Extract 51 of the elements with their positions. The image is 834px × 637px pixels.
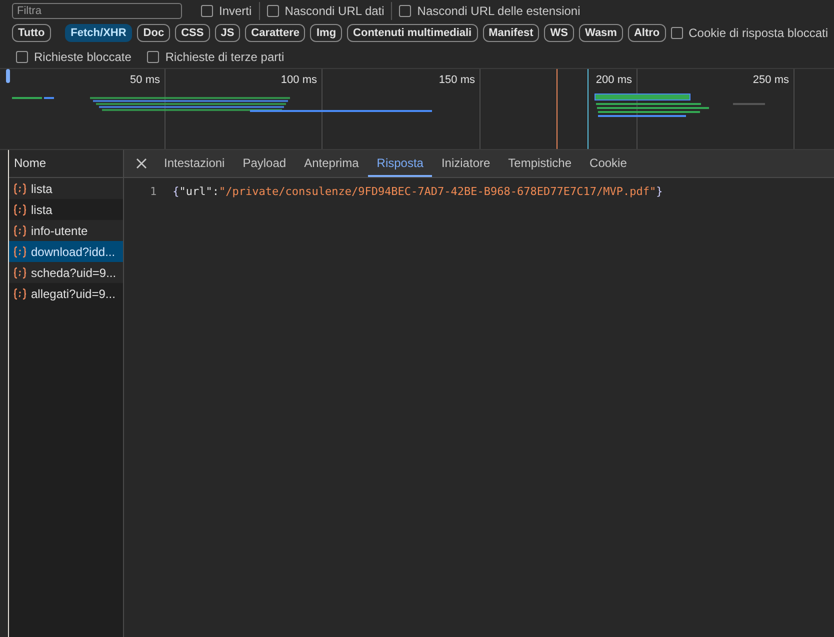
checkbox-label: Richieste di terze parti bbox=[165, 50, 284, 64]
detail-tab[interactable]: Risposta bbox=[368, 150, 432, 177]
braces-icon bbox=[13, 246, 27, 258]
braces-icon bbox=[13, 266, 27, 278]
filter-field[interactable]: Filtra bbox=[12, 3, 182, 19]
braces-icon bbox=[13, 224, 27, 236]
type-filter-button[interactable]: Wasm bbox=[578, 24, 623, 42]
checkbox[interactable] bbox=[399, 5, 412, 17]
detail-tab[interactable]: Tempistiche bbox=[499, 150, 581, 177]
checkbox[interactable] bbox=[201, 5, 213, 17]
checkbox-label: Cookie di risposta bloccati bbox=[688, 26, 828, 40]
type-filter-button[interactable]: Fetch/XHR bbox=[64, 24, 132, 42]
detail-tab[interactable]: Payload bbox=[234, 150, 296, 177]
tick-label: 200 ms bbox=[596, 74, 632, 86]
type-filter-button[interactable]: Manifest bbox=[482, 24, 540, 42]
checkbox-label: Nascondi URL delle estensioni bbox=[417, 4, 580, 18]
checkbox[interactable] bbox=[266, 5, 279, 17]
checkbox[interactable] bbox=[670, 27, 683, 39]
detail-tab[interactable]: Intestazioni bbox=[155, 150, 234, 177]
type-filter-button[interactable]: CSS bbox=[175, 24, 210, 42]
type-filter-button[interactable]: Tutto bbox=[12, 24, 51, 42]
type-filter-button[interactable]: Carattere bbox=[245, 24, 306, 42]
braces-icon bbox=[13, 182, 27, 194]
checkbox[interactable] bbox=[16, 51, 28, 63]
request-row[interactable]: info-utente bbox=[9, 220, 123, 241]
checkbox-label: Inverti bbox=[219, 4, 252, 18]
detail-tab[interactable]: Iniziatore bbox=[432, 150, 500, 177]
tick-label: 150 ms bbox=[438, 74, 475, 86]
line-number: 1 bbox=[150, 184, 157, 198]
detail-tab[interactable]: Anteprima bbox=[295, 150, 368, 177]
request-row[interactable]: download?idd... bbox=[9, 241, 123, 262]
request-row[interactable]: scheda?uid=9... bbox=[9, 262, 123, 283]
type-filter-button[interactable]: Img bbox=[310, 24, 342, 42]
tick-label: 50 ms bbox=[130, 74, 160, 86]
type-filter-button[interactable]: JS bbox=[214, 24, 240, 42]
detail-tab[interactable]: Cookie bbox=[580, 150, 636, 177]
checkbox-label: Nascondi URL dati bbox=[284, 4, 384, 18]
code-line: {"url":"/private/consulenze/9FD94BEC-7AD7-42BE-B968-678ED77E7C17/MVP.pdf"} bbox=[172, 184, 663, 198]
range-handle[interactable] bbox=[6, 69, 10, 83]
type-filter-button[interactable]: Doc bbox=[137, 24, 170, 42]
checkbox[interactable] bbox=[147, 51, 160, 63]
tick-label: 250 ms bbox=[752, 74, 789, 86]
checkbox-label: Richieste bloccate bbox=[34, 50, 132, 64]
type-filter-button[interactable]: WS bbox=[544, 24, 574, 42]
column-header[interactable]: Nome bbox=[9, 150, 123, 178]
tick-label: 100 ms bbox=[280, 74, 317, 86]
braces-icon bbox=[13, 288, 27, 300]
type-filter-button[interactable]: Contenuti multimediali bbox=[347, 24, 478, 42]
type-filter-button[interactable]: Altro bbox=[628, 24, 666, 42]
request-row[interactable]: lista bbox=[9, 178, 123, 199]
braces-icon bbox=[13, 204, 27, 216]
